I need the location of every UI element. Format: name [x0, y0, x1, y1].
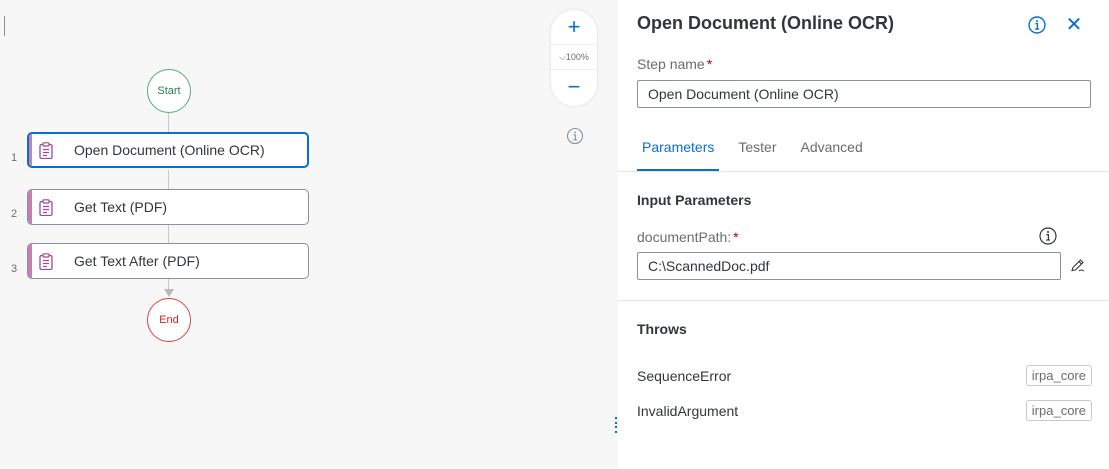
tab-bar: Parameters Tester Advanced [637, 130, 882, 172]
step-node-get-text[interactable]: Get Text (PDF) [27, 189, 309, 225]
canvas-edge-marker [4, 16, 5, 36]
properties-panel: Open Document (Online OCR) ✕ Step name * … [618, 0, 1109, 469]
required-marker: * [706, 56, 713, 72]
activity-type-strip [28, 244, 32, 278]
step-index: 2 [11, 208, 18, 220]
connector-start-step1 [168, 113, 169, 132]
throw-item-tag: irpa_core [1025, 365, 1092, 386]
edit-expression-icon[interactable] [1070, 257, 1086, 273]
step-node-open-document[interactable]: Open Document (Online OCR) [27, 132, 309, 168]
connector-step1-step2 [168, 170, 169, 189]
flow-canvas[interactable]: Start 1 Open Document (Online OCR) 2 Get… [0, 0, 618, 469]
document-path-label-text: documentPath: [637, 229, 732, 245]
start-node[interactable]: Start [147, 69, 191, 113]
zoom-out-button[interactable]: − [551, 70, 597, 104]
throw-item: InvalidArgument irpa_core [637, 400, 1092, 421]
step-name-label: Step name * [637, 56, 712, 72]
activity-type-strip [29, 134, 32, 166]
connector-step2-step3 [168, 225, 169, 243]
clipboard-icon [38, 141, 54, 159]
tab-divider [618, 171, 1109, 172]
panel-title: Open Document (Online OCR) [637, 13, 895, 33]
activity-type-strip [28, 190, 32, 224]
zoom-in-button[interactable]: + [551, 10, 597, 44]
throws-title: Throws [637, 321, 687, 337]
end-node-label: End [159, 314, 179, 326]
info-icon[interactable] [1027, 15, 1047, 35]
document-path-label: documentPath: * [637, 229, 739, 245]
clipboard-icon [38, 198, 54, 216]
close-icon[interactable]: ✕ [1065, 14, 1083, 36]
step-node-get-text-after[interactable]: Get Text After (PDF) [27, 243, 309, 279]
panel-resize-handle[interactable] [614, 417, 617, 433]
tab-tester[interactable]: Tester [733, 130, 781, 172]
step-name-label-text: Step name [637, 56, 705, 72]
throw-item-name: SequenceError [637, 367, 732, 384]
tab-advanced[interactable]: Advanced [795, 130, 867, 172]
zoom-control: + ⌵100% − [551, 10, 597, 106]
section-divider [618, 300, 1109, 301]
step-node-label: Get Text (PDF) [74, 199, 168, 215]
required-marker: * [733, 229, 739, 245]
info-icon[interactable] [566, 127, 584, 145]
clipboard-icon [38, 252, 54, 270]
zoom-level-dropdown[interactable]: ⌵100% [551, 44, 597, 70]
step-name-input[interactable] [637, 80, 1091, 108]
document-path-input[interactable] [637, 252, 1061, 280]
info-icon[interactable] [1038, 226, 1058, 246]
throw-item-name: InvalidArgument [637, 402, 739, 419]
connector-arrow-icon [164, 289, 174, 297]
start-node-label: Start [157, 85, 181, 97]
step-index: 1 [11, 152, 18, 164]
input-parameters-title: Input Parameters [637, 192, 752, 208]
step-node-label: Open Document (Online OCR) [74, 142, 265, 158]
step-node-label: Get Text After (PDF) [74, 253, 200, 269]
throw-item: SequenceError irpa_core [637, 365, 1092, 386]
step-index: 3 [11, 263, 18, 275]
throw-item-tag: irpa_core [1025, 400, 1092, 421]
end-node[interactable]: End [147, 298, 191, 342]
tab-parameters[interactable]: Parameters [637, 130, 720, 172]
